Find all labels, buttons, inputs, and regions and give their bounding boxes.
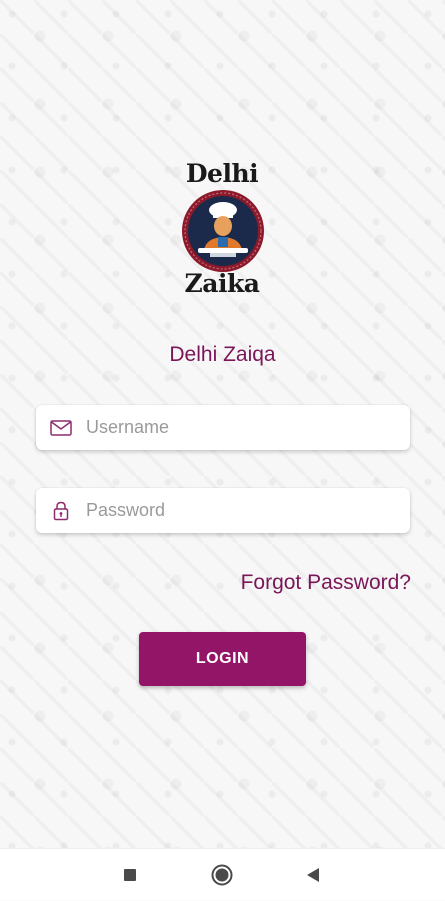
username-input[interactable] xyxy=(86,407,386,448)
login-button[interactable]: LOGIN xyxy=(139,632,306,686)
triangle-back-icon xyxy=(307,868,319,882)
app-title: Delhi Zaiqa xyxy=(169,343,276,366)
forgot-password-link[interactable]: Forgot Password? xyxy=(241,571,411,595)
password-field[interactable] xyxy=(36,488,410,533)
home-button[interactable] xyxy=(192,849,252,901)
logo-word-bottom: Zaika xyxy=(184,269,260,298)
mail-icon xyxy=(36,405,86,450)
chef-badge-icon xyxy=(182,190,264,272)
circle-icon xyxy=(211,864,233,886)
lock-icon xyxy=(36,488,86,533)
recent-apps-button[interactable] xyxy=(100,849,160,901)
password-input[interactable] xyxy=(86,490,386,531)
system-nav-bar xyxy=(0,848,445,900)
app-logo: Delhi Zaika xyxy=(172,160,272,305)
back-button[interactable] xyxy=(283,849,343,901)
square-icon xyxy=(124,869,136,881)
login-screen: Delhi Zaika Delhi Zaiqa Username Forgot … xyxy=(0,0,445,848)
logo-word-top: Delhi xyxy=(185,159,259,188)
username-field[interactable] xyxy=(36,405,410,450)
